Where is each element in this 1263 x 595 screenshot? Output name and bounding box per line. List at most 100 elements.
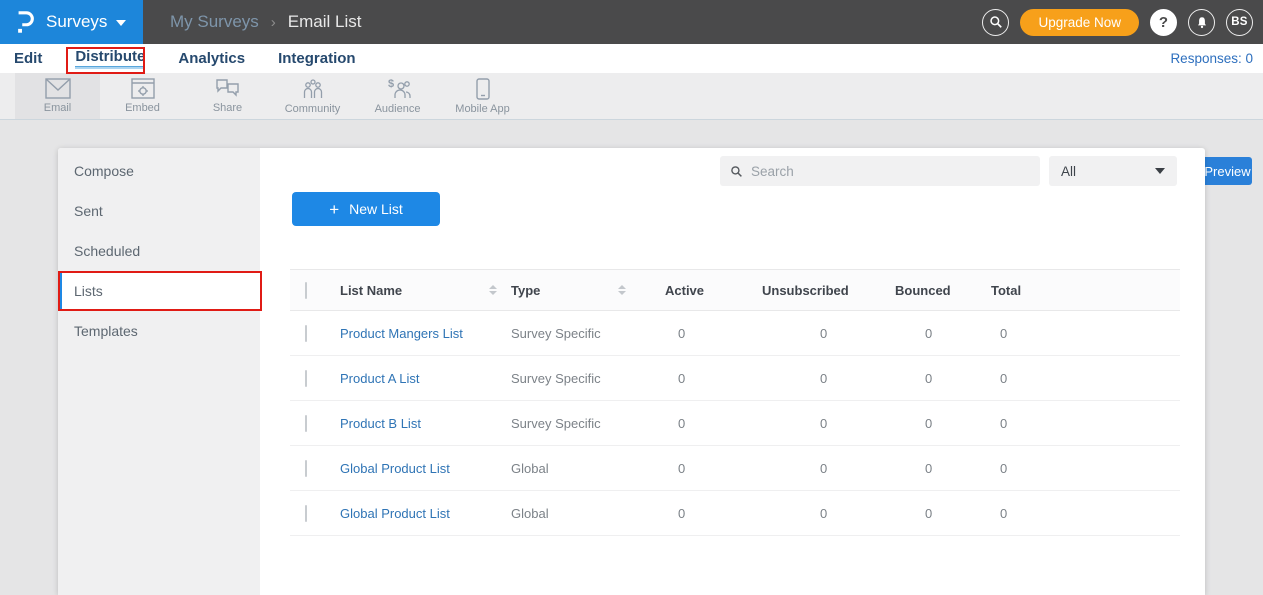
channel-share[interactable]: Share	[185, 73, 270, 119]
sort-icon[interactable]	[618, 285, 626, 295]
list-search-box	[720, 156, 1040, 186]
list-type: Survey Specific	[511, 416, 601, 431]
list-name-link[interactable]: Global Product List	[340, 506, 450, 521]
unsubscribed-count: 0	[755, 506, 880, 521]
column-header-type: Type	[511, 283, 540, 298]
community-icon	[300, 78, 326, 100]
new-list-button[interactable]: + New List	[292, 192, 440, 226]
active-count: 0	[640, 371, 755, 386]
column-header-bounced: Bounced	[880, 283, 965, 298]
embed-icon	[131, 78, 155, 99]
total-count: 0	[965, 371, 1180, 386]
channel-embed[interactable]: Embed	[100, 73, 185, 119]
sidebar-item-compose[interactable]: Compose	[58, 151, 260, 191]
breadcrumb-separator-icon: ›	[271, 14, 276, 31]
list-name-link[interactable]: Global Product List	[340, 461, 450, 476]
survey-tab-bar: Edit Distribute Analytics Integration Re…	[0, 44, 1263, 73]
help-button[interactable]: ?	[1150, 9, 1177, 36]
sidebar-item-lists[interactable]: Lists	[58, 271, 260, 311]
sidebar-item-sent[interactable]: Sent	[58, 191, 260, 231]
mobile-app-icon	[476, 78, 490, 100]
list-name-link[interactable]: Product B List	[340, 416, 421, 431]
list-type: Global	[511, 506, 549, 521]
unsubscribed-count: 0	[755, 416, 880, 431]
breadcrumb-email-list: Email List	[288, 12, 362, 32]
search-icon	[989, 15, 1003, 29]
list-name-link[interactable]: Product Mangers List	[340, 326, 463, 341]
list-search-input[interactable]	[751, 164, 1030, 179]
list-filter-dropdown[interactable]: All	[1049, 156, 1177, 186]
product-name: Surveys	[46, 12, 107, 32]
product-switcher[interactable]: Surveys	[0, 0, 143, 44]
sort-icon[interactable]	[489, 285, 497, 295]
list-type: Survey Specific	[511, 371, 601, 386]
user-avatar[interactable]: BS	[1226, 9, 1253, 36]
active-count: 0	[640, 326, 755, 341]
channel-mobile-app[interactable]: Mobile App	[440, 73, 525, 119]
notifications-button[interactable]	[1188, 9, 1215, 36]
questionpro-logo-icon	[14, 9, 36, 35]
plus-icon: +	[329, 201, 339, 218]
bell-icon	[1195, 15, 1209, 30]
responses-count[interactable]: Responses: 0	[1170, 44, 1253, 73]
search-icon	[730, 165, 743, 178]
table-header-row: List Name Type Active Unsubscribed Bounc…	[290, 269, 1180, 311]
list-type: Survey Specific	[511, 326, 601, 341]
bounced-count: 0	[880, 371, 965, 386]
table-row: Global Product List Global 0 0 0 0	[290, 491, 1180, 536]
questionpro-distribute-page: Surveys My Surveys › Email List Upgrade …	[0, 0, 1263, 595]
unsubscribed-count: 0	[755, 326, 880, 341]
table-row: Global Product List Global 0 0 0 0	[290, 446, 1180, 491]
tab-distribute[interactable]: Distribute	[75, 48, 145, 69]
bounced-count: 0	[880, 461, 965, 476]
bounced-count: 0	[880, 326, 965, 341]
sidebar-item-scheduled[interactable]: Scheduled	[58, 231, 260, 271]
total-count: 0	[965, 326, 1180, 341]
tab-analytics[interactable]: Analytics	[178, 50, 245, 67]
chevron-down-icon	[116, 20, 126, 26]
email-lists-table: List Name Type Active Unsubscribed Bounc…	[290, 269, 1180, 536]
channel-audience[interactable]: $ Audience	[355, 73, 440, 119]
total-count: 0	[965, 506, 1180, 521]
avatar-initials: BS	[1231, 16, 1248, 28]
select-all-checkbox[interactable]	[305, 282, 307, 299]
active-count: 0	[640, 461, 755, 476]
topbar-actions: Upgrade Now ? BS	[982, 0, 1253, 44]
row-checkbox[interactable]	[305, 460, 307, 477]
active-count: 0	[640, 506, 755, 521]
column-header-unsubscribed: Unsubscribed	[755, 283, 880, 298]
channel-email[interactable]: Email	[15, 73, 100, 119]
column-header-list-name: List Name	[340, 283, 402, 298]
tab-integration[interactable]: Integration	[278, 50, 356, 67]
row-checkbox[interactable]	[305, 415, 307, 432]
breadcrumb: My Surveys › Email List	[170, 0, 361, 44]
table-row: Product Mangers List Survey Specific 0 0…	[290, 311, 1180, 356]
lists-panel: Compose Sent Scheduled Lists Templates A…	[58, 148, 1205, 595]
unsubscribed-count: 0	[755, 371, 880, 386]
channel-community[interactable]: Community	[270, 73, 355, 119]
table-row: Product B List Survey Specific 0 0 0 0	[290, 401, 1180, 446]
total-count: 0	[965, 416, 1180, 431]
active-count: 0	[640, 416, 755, 431]
total-count: 0	[965, 461, 1180, 476]
email-icon	[45, 78, 71, 99]
row-checkbox[interactable]	[305, 370, 307, 387]
table-row: Product A List Survey Specific 0 0 0 0	[290, 356, 1180, 401]
help-icon: ?	[1159, 14, 1168, 31]
chevron-down-icon	[1155, 168, 1165, 174]
column-header-total: Total	[965, 283, 1180, 298]
unsubscribed-count: 0	[755, 461, 880, 476]
list-name-link[interactable]: Product A List	[340, 371, 420, 386]
filter-selected-value: All	[1061, 164, 1076, 179]
row-checkbox[interactable]	[305, 325, 307, 342]
sidebar-item-templates[interactable]: Templates	[58, 311, 260, 351]
breadcrumb-my-surveys[interactable]: My Surveys	[170, 12, 259, 32]
channel-list: Email Embed Share	[15, 73, 525, 119]
search-button[interactable]	[982, 9, 1009, 36]
share-icon	[215, 78, 240, 99]
audience-icon: $	[384, 78, 412, 100]
upgrade-now-button[interactable]: Upgrade Now	[1020, 9, 1139, 36]
row-checkbox[interactable]	[305, 505, 307, 522]
tab-edit[interactable]: Edit	[14, 50, 42, 67]
column-header-active: Active	[640, 283, 755, 298]
